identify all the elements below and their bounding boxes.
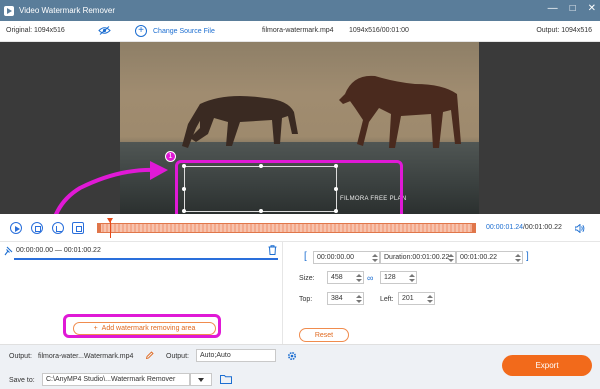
- trim-end-handle[interactable]: [472, 223, 476, 233]
- output-label: Output:: [9, 353, 32, 360]
- total-time: /00:01:00.22: [522, 224, 562, 231]
- maximize-icon[interactable]: □: [570, 3, 576, 14]
- export-button[interactable]: Export: [502, 355, 592, 376]
- spinner-icon[interactable]: [448, 253, 454, 263]
- volume-icon[interactable]: [575, 224, 585, 233]
- width-value: 458: [331, 274, 343, 281]
- plus-icon: +: [135, 25, 147, 37]
- highlight-add-button: [63, 314, 221, 338]
- segment-progress-line: [14, 258, 278, 260]
- spinner-icon[interactable]: [515, 253, 521, 263]
- end-time-input[interactable]: 00:01:00.22: [456, 251, 523, 264]
- current-time: 00:00:01.24: [486, 224, 523, 231]
- top-input[interactable]: 384: [327, 292, 364, 305]
- playback-time: 00:00:01.24/00:01:00.22: [486, 224, 562, 231]
- change-source-label: Change Source File: [153, 27, 215, 35]
- top-label: Top:: [299, 296, 313, 303]
- start-time-input[interactable]: 00:00:00.00: [313, 251, 380, 264]
- source-dims-duration: 1094x516/00:01:00: [349, 27, 409, 34]
- link-aspect-icon[interactable]: ∞: [367, 273, 373, 283]
- top-value: 384: [331, 295, 343, 302]
- save-path-field[interactable]: C:\AnyMP4 Studio\...Watermark Remover: [42, 373, 190, 386]
- next-frame-button[interactable]: [72, 222, 84, 234]
- minimize-icon[interactable]: —: [548, 3, 558, 14]
- change-source-button[interactable]: + Change Source File: [135, 25, 215, 37]
- end-time-value: 00:01:00.22: [460, 254, 497, 261]
- save-path-dropdown[interactable]: [190, 373, 212, 386]
- edit-icon[interactable]: [146, 351, 154, 359]
- horse-left-image: [182, 96, 298, 148]
- reset-button[interactable]: Reset: [299, 328, 349, 342]
- output-format-select[interactable]: Auto;Auto: [196, 349, 276, 362]
- trash-icon[interactable]: [268, 245, 277, 255]
- save-to-label: Save to:: [9, 377, 35, 384]
- output-format-value: Auto;Auto: [200, 352, 231, 359]
- area-settings-panel: [ 00:00:00.00 Duration:00:01:00.22 00:01…: [283, 242, 600, 344]
- width-input[interactable]: 458: [327, 271, 364, 284]
- app-icon: [4, 5, 14, 16]
- duration-input[interactable]: Duration:00:01:00.22: [380, 251, 456, 264]
- highlight-removal-area: [175, 160, 403, 220]
- previous-frame-button[interactable]: [52, 222, 64, 234]
- source-filename: filmora-watermark.mp4: [262, 27, 334, 34]
- horse-right-image: [339, 75, 461, 148]
- end-bracket-icon[interactable]: ]: [526, 251, 529, 262]
- spinner-icon[interactable]: [409, 273, 415, 283]
- output-filename: filmora-water...Watermark.mp4: [38, 353, 134, 360]
- gear-icon[interactable]: [287, 351, 297, 361]
- start-bracket-icon[interactable]: [: [304, 251, 307, 262]
- window-controls: — □ ✕: [548, 3, 596, 14]
- stop-button[interactable]: [31, 222, 43, 234]
- spinner-icon[interactable]: [356, 294, 362, 304]
- play-button[interactable]: [10, 222, 22, 234]
- folder-icon[interactable]: [220, 374, 232, 384]
- trim-track[interactable]: [97, 223, 476, 233]
- height-value: 128: [384, 274, 396, 281]
- left-value: 201: [402, 295, 414, 302]
- spinner-icon[interactable]: [372, 253, 378, 263]
- left-label: Left:: [380, 296, 394, 303]
- title-bar: Video Watermark Remover — □ ✕: [0, 0, 600, 21]
- eye-hidden-icon[interactable]: [98, 26, 111, 35]
- spinner-icon[interactable]: [356, 273, 362, 283]
- pin-icon: [4, 246, 13, 256]
- height-input[interactable]: 128: [380, 271, 417, 284]
- bottom-bar: Output: filmora-water...Watermark.mp4 Ou…: [0, 344, 600, 389]
- original-resolution: Original: 1094x516: [6, 27, 65, 34]
- info-bar: Original: 1094x516 + Change Source File …: [0, 21, 600, 42]
- output-format-label: Output:: [166, 353, 189, 360]
- left-input[interactable]: 201: [398, 292, 435, 305]
- duration-value: Duration:00:01:00.22: [384, 254, 450, 261]
- close-icon[interactable]: ✕: [588, 3, 596, 14]
- trim-start-handle[interactable]: [97, 223, 101, 233]
- save-path-value: C:\AnyMP4 Studio\...Watermark Remover: [46, 376, 176, 383]
- start-time-value: 00:00:00.00: [317, 254, 354, 261]
- spinner-icon[interactable]: [427, 294, 433, 304]
- size-label: Size:: [299, 275, 315, 282]
- timeline-bar: 00:00:01.24/00:01:00.22: [0, 214, 600, 242]
- segment-time-range: 00:00:00.00 — 00:01:00.22: [16, 247, 101, 254]
- playhead[interactable]: [107, 218, 113, 238]
- window-title: Video Watermark Remover: [19, 6, 116, 15]
- output-resolution: Output: 1094x516: [536, 27, 592, 34]
